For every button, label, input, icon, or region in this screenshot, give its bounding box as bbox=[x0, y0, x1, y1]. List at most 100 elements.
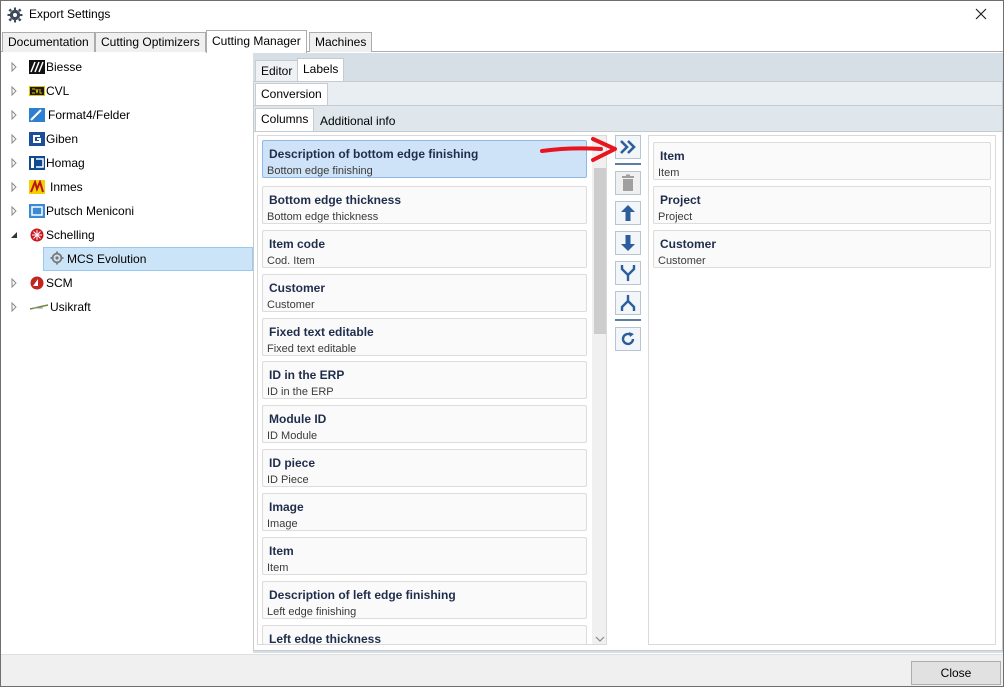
tab-columns[interactable]: Columns bbox=[255, 108, 315, 131]
expand-arrow-icon[interactable] bbox=[9, 278, 19, 288]
separator bbox=[615, 319, 641, 321]
tree-label: Schelling bbox=[46, 228, 95, 242]
column-title: Customer bbox=[660, 237, 717, 251]
tree-label: Format4/Felder bbox=[48, 108, 131, 122]
move-down-button[interactable] bbox=[615, 231, 641, 255]
tree-item-giben[interactable]: Giben bbox=[2, 127, 252, 151]
column-title: Left edge thickness bbox=[269, 632, 382, 645]
scrollbar-thumb[interactable] bbox=[594, 168, 606, 334]
column-subtitle: Bottom edge thickness bbox=[267, 211, 379, 223]
selected-columns-list[interactable]: Item Item Project Project Customer Custo… bbox=[648, 135, 996, 645]
tab-cutting-optimizers[interactable]: Cutting Optimizers bbox=[95, 32, 206, 52]
inmes-logo bbox=[29, 180, 45, 194]
expand-arrow-icon[interactable] bbox=[9, 302, 19, 312]
tree-item-putsch-meniconi[interactable]: Putsch Meniconi bbox=[2, 199, 252, 223]
collapse-arrow-icon[interactable] bbox=[9, 230, 19, 240]
add-columns-button[interactable] bbox=[615, 135, 641, 159]
column-title: ID in the ERP bbox=[269, 368, 345, 382]
tree-item-cvl[interactable]: CVL bbox=[2, 79, 252, 103]
column-subtitle: Image bbox=[267, 518, 298, 530]
tree-item-scm[interactable]: SCM bbox=[2, 271, 252, 295]
tab-editor[interactable]: Editor bbox=[255, 60, 299, 81]
available-columns-list[interactable]: Description of bottom edge finishing Bot… bbox=[257, 135, 607, 645]
list-item[interactable]: Bottom edge thickness Bottom edge thickn… bbox=[262, 186, 587, 224]
tree-item-mcs-evolution[interactable]: MCS Evolution bbox=[43, 247, 253, 271]
list-item[interactable]: Left edge thickness bbox=[262, 625, 587, 645]
tab-cutting-manager[interactable]: Cutting Manager bbox=[206, 30, 307, 53]
dialog-footer: Close bbox=[1, 654, 1003, 686]
list-item[interactable]: Module ID ID Module bbox=[262, 405, 587, 443]
list-item[interactable]: Description of left edge finishing Left … bbox=[262, 581, 587, 619]
column-title: Item code bbox=[269, 237, 326, 251]
column-title: Customer bbox=[269, 281, 326, 295]
column-subtitle: ID in the ERP bbox=[267, 386, 334, 398]
scroll-down-icon[interactable] bbox=[595, 634, 605, 644]
window-close-button[interactable] bbox=[961, 1, 1001, 27]
expand-arrow-icon[interactable] bbox=[9, 206, 19, 216]
split-button[interactable] bbox=[615, 291, 641, 315]
close-button[interactable]: Close bbox=[911, 661, 1001, 685]
editor-tab-strip: Editor Labels bbox=[255, 57, 455, 81]
expand-arrow-icon[interactable] bbox=[9, 182, 19, 192]
column-title: Description of bottom edge finishing bbox=[269, 147, 479, 161]
homag-logo bbox=[29, 156, 45, 170]
refresh-button[interactable] bbox=[615, 327, 641, 351]
tree-item-inmes[interactable]: Inmes bbox=[2, 175, 252, 199]
tree-label: Biesse bbox=[46, 60, 83, 74]
tree-label: SCM bbox=[46, 276, 73, 290]
tree-label: Putsch Meniconi bbox=[46, 204, 135, 218]
list-item[interactable]: Project Project bbox=[653, 186, 991, 224]
tree-item-biesse[interactable]: Biesse bbox=[2, 55, 252, 79]
tree-item-schelling[interactable]: Schelling bbox=[2, 223, 252, 247]
column-title: ID piece bbox=[269, 456, 316, 470]
list-item[interactable]: ID in the ERP ID in the ERP bbox=[262, 361, 587, 399]
move-up-button[interactable] bbox=[615, 201, 641, 225]
list-item[interactable]: Customer Customer bbox=[653, 230, 991, 268]
expand-arrow-icon[interactable] bbox=[9, 110, 19, 120]
tab-machines[interactable]: Machines bbox=[309, 32, 373, 52]
refresh-icon bbox=[621, 332, 635, 346]
expand-arrow-icon[interactable] bbox=[9, 62, 19, 72]
tab-conversion[interactable]: Conversion bbox=[255, 83, 328, 106]
export-settings-window: Export Settings Documentation Cutting Op… bbox=[0, 0, 1004, 687]
column-subtitle: ID Piece bbox=[267, 474, 309, 486]
cvl-logo bbox=[29, 86, 45, 96]
trash-icon bbox=[622, 174, 634, 191]
expand-arrow-icon[interactable] bbox=[9, 86, 19, 96]
scm-logo bbox=[30, 276, 44, 290]
tab-documentation[interactable]: Documentation bbox=[2, 32, 95, 52]
list-item[interactable]: Customer Customer bbox=[262, 274, 587, 312]
split-icon bbox=[620, 295, 636, 311]
list-item[interactable]: Fixed text editable Fixed text editable bbox=[262, 318, 587, 356]
list-item[interactable]: ID piece ID Piece bbox=[262, 449, 587, 487]
gear-icon bbox=[7, 7, 23, 23]
tab-additional-info[interactable]: Additional info bbox=[314, 110, 401, 131]
column-subtitle: ID Module bbox=[267, 430, 318, 442]
tree-label: Usikraft bbox=[50, 300, 91, 314]
tree-item-format4[interactable]: Format4/Felder bbox=[2, 103, 252, 127]
conversion-tab-strip: Conversion bbox=[255, 82, 455, 106]
expand-arrow-icon[interactable] bbox=[9, 134, 19, 144]
column-subtitle: Bottom edge finishing bbox=[267, 165, 373, 177]
list-item[interactable]: Item code Cod. Item bbox=[262, 230, 587, 268]
format4-logo bbox=[29, 108, 45, 122]
column-title: Bottom edge thickness bbox=[269, 193, 402, 207]
list-item[interactable]: Item Item bbox=[262, 537, 587, 575]
tab-labels[interactable]: Labels bbox=[297, 58, 345, 81]
delete-button[interactable] bbox=[615, 171, 641, 195]
vertical-scrollbar[interactable] bbox=[592, 136, 606, 644]
expand-arrow-icon[interactable] bbox=[9, 158, 19, 168]
column-title: Image bbox=[269, 500, 304, 514]
merge-button[interactable] bbox=[615, 261, 641, 285]
schelling-logo bbox=[30, 228, 44, 242]
arrow-up-icon bbox=[621, 205, 635, 221]
list-item[interactable]: Image Image bbox=[262, 493, 587, 531]
arrow-down-icon bbox=[621, 235, 635, 251]
title-bar: Export Settings bbox=[1, 1, 1003, 29]
column-title: Module ID bbox=[269, 412, 327, 426]
list-item[interactable]: Item Item bbox=[653, 142, 991, 180]
tree-item-homag[interactable]: Homag bbox=[2, 151, 252, 175]
tree-item-usikraft[interactable]: Usikraft bbox=[2, 295, 252, 319]
list-item[interactable]: Description of bottom edge finishing Bot… bbox=[262, 140, 587, 178]
column-subtitle: Project bbox=[658, 211, 693, 223]
